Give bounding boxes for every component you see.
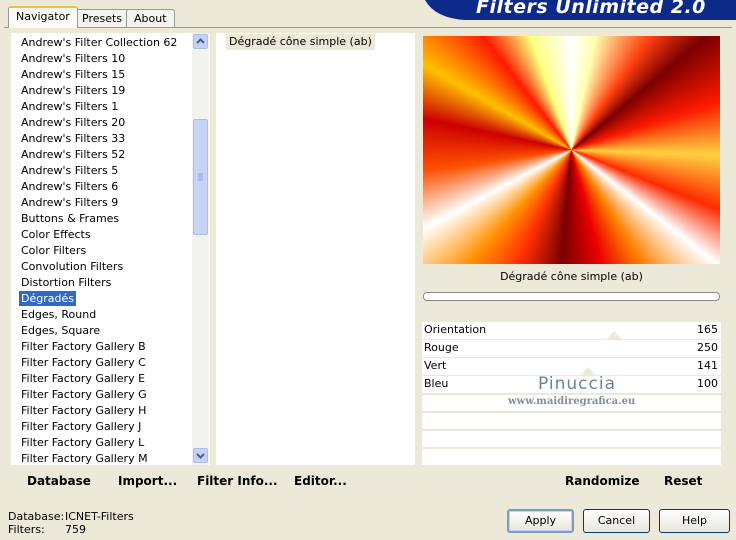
list-item[interactable]: Filter Factory Gallery E — [19, 371, 147, 386]
param-rouge[interactable]: Rouge 250 — [422, 340, 721, 357]
help-button[interactable]: Help — [659, 509, 730, 533]
tab-about[interactable]: About — [126, 9, 175, 27]
status-filters-value: 759 — [65, 523, 86, 536]
param-value: 165 — [697, 323, 718, 336]
list-item[interactable]: Andrew's Filters 33 — [19, 131, 127, 146]
banner-title: Filters Unlimited 2.0 — [476, 0, 706, 18]
list-item[interactable]: Convolution Filters — [19, 259, 125, 274]
param-value: 250 — [697, 341, 718, 354]
import-button[interactable]: Import... — [118, 474, 177, 488]
list-item[interactable]: Andrew's Filters 52 — [19, 147, 127, 162]
list-item[interactable]: Edges, Square — [19, 323, 102, 338]
param-empty-row — [422, 431, 721, 447]
orientation-slider-marker[interactable] — [606, 331, 622, 340]
param-empty-row — [422, 413, 721, 429]
param-orientation[interactable]: Orientation 165 — [422, 322, 721, 339]
list-item[interactable]: Andrew's Filters 20 — [19, 115, 127, 130]
list-item[interactable]: Color Effects — [19, 227, 93, 242]
list-item[interactable]: Andrew's Filter Collection 62 — [19, 35, 179, 50]
progress-bar — [423, 292, 720, 301]
tab-navigator[interactable]: Navigator — [8, 6, 78, 28]
editor-button[interactable]: Editor... — [294, 474, 347, 488]
list-item[interactable]: Andrew's Filters 6 — [19, 179, 120, 194]
scroll-up-button[interactable] — [193, 34, 208, 49]
status-filters-label: Filters: — [8, 523, 45, 536]
list-item[interactable]: Filter Factory Gallery G — [19, 387, 149, 402]
scroll-thumb[interactable] — [193, 119, 208, 235]
chevron-down-icon — [196, 453, 205, 459]
cancel-button[interactable]: Cancel — [583, 509, 650, 533]
randomize-button[interactable]: Randomize — [565, 474, 639, 488]
database-button[interactable]: Database — [27, 474, 91, 488]
list-item[interactable]: Filter Factory Gallery L — [19, 435, 146, 450]
chevron-up-icon — [196, 38, 205, 44]
param-label: Rouge — [424, 341, 459, 354]
param-value: 141 — [697, 359, 718, 372]
list-item[interactable]: Andrew's Filters 1 — [19, 99, 120, 114]
scroll-down-button[interactable] — [193, 448, 208, 463]
list-item[interactable]: Filter Factory Gallery J — [19, 419, 143, 434]
status-database-value: ICNET-Filters — [65, 510, 134, 523]
grip-icon — [198, 173, 203, 181]
filter-list-scrollbar[interactable] — [192, 33, 209, 465]
list-item[interactable]: Andrew's Filters 9 — [19, 195, 120, 210]
list-item[interactable]: Filter Factory Gallery M — [19, 451, 150, 465]
param-vert[interactable]: Vert 141 — [422, 358, 721, 375]
list-item[interactable]: Andrew's Filters 5 — [19, 163, 120, 178]
list-item[interactable]: Filter Factory Gallery H — [19, 403, 148, 418]
param-label: Orientation — [424, 323, 487, 336]
param-empty-row — [422, 449, 721, 465]
list-item[interactable]: Buttons & Frames — [19, 211, 121, 226]
list-item[interactable]: Filter Factory Gallery C — [19, 355, 148, 370]
list-item[interactable]: Dégradés — [19, 291, 76, 306]
param-label: Vert — [424, 359, 447, 372]
list-item[interactable]: Distortion Filters — [19, 275, 113, 290]
list-item[interactable]: Color Filters — [19, 243, 88, 258]
tab-divider — [4, 27, 732, 28]
effect-list[interactable]: Dégradé cône simple (ab) — [216, 33, 415, 465]
reset-button[interactable]: Reset — [664, 474, 702, 488]
param-label: Bleu — [424, 377, 449, 390]
param-value: 100 — [697, 377, 718, 390]
apply-button[interactable]: Apply — [507, 509, 574, 533]
list-item[interactable]: Filter Factory Gallery B — [19, 339, 148, 354]
status-database-label: Database: — [8, 510, 65, 523]
watermark-url: www.maidiregrafica.eu — [508, 396, 636, 407]
filter-category-list[interactable]: Andrew's Filter Collection 62 Andrew's Fi… — [11, 33, 210, 465]
effect-item-degrade-cone[interactable]: Dégradé cône simple (ab) — [226, 34, 375, 50]
list-item[interactable]: Andrew's Filters 15 — [19, 67, 127, 82]
watermark-name: Pinuccia — [538, 374, 616, 394]
list-item[interactable]: Andrew's Filters 10 — [19, 51, 127, 66]
list-item[interactable]: Andrew's Filters 19 — [19, 83, 127, 98]
preview-title: Dégradé cône simple (ab) — [500, 270, 643, 283]
filter-info-button[interactable]: Filter Info... — [197, 474, 278, 488]
list-item[interactable]: Edges, Round — [19, 307, 98, 322]
tab-presets[interactable]: Presets — [74, 9, 131, 27]
effect-preview — [423, 36, 720, 264]
